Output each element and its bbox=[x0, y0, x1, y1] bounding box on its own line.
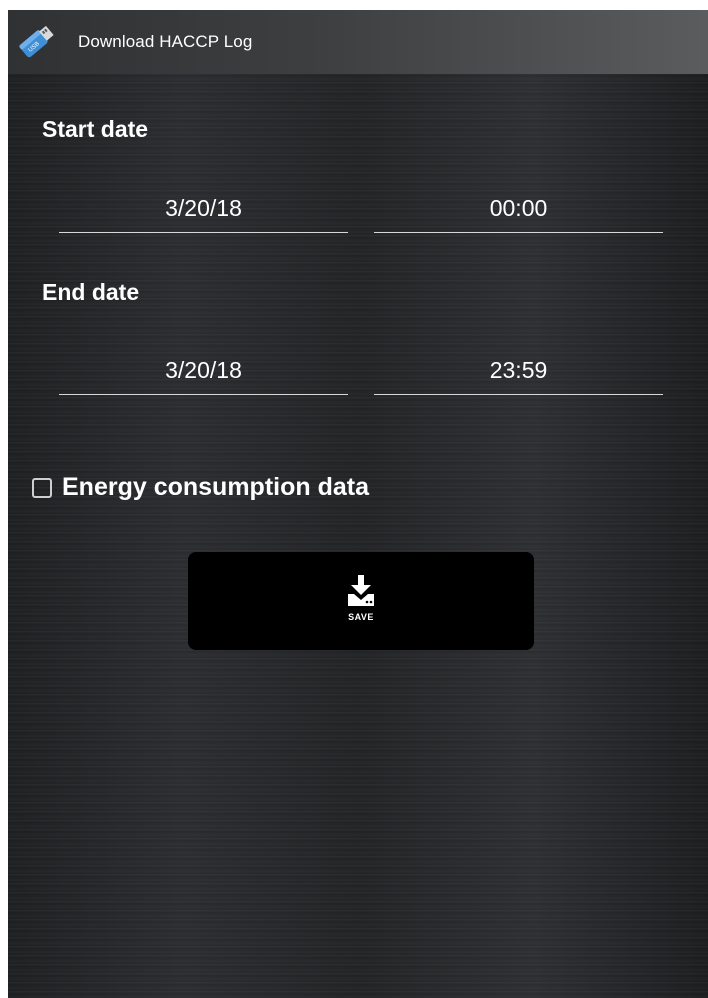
window-title: Download HACCP Log bbox=[78, 32, 253, 51]
end-time-field[interactable]: 23:59 bbox=[374, 350, 663, 395]
energy-consumption-checkbox[interactable] bbox=[32, 477, 52, 498]
app-window: USB Download HACCP Log Start date 3/20/1… bbox=[8, 10, 708, 998]
energy-consumption-option[interactable]: Energy consumption data bbox=[32, 473, 369, 502]
end-date-field[interactable]: 3/20/18 bbox=[59, 350, 348, 395]
usb-drive-icon: USB bbox=[14, 22, 58, 62]
save-label: SAVE bbox=[348, 612, 374, 622]
end-date-heading: End date bbox=[42, 279, 140, 305]
energy-consumption-label: Energy consumption data bbox=[62, 473, 369, 501]
download-to-drive-icon bbox=[341, 574, 381, 608]
start-date-heading: Start date bbox=[42, 116, 149, 142]
start-time-field[interactable]: 00:00 bbox=[374, 188, 663, 233]
save-button[interactable]: SAVE bbox=[188, 552, 534, 650]
title-bar: USB Download HACCP Log bbox=[8, 10, 708, 74]
start-date-field[interactable]: 3/20/18 bbox=[59, 188, 348, 233]
